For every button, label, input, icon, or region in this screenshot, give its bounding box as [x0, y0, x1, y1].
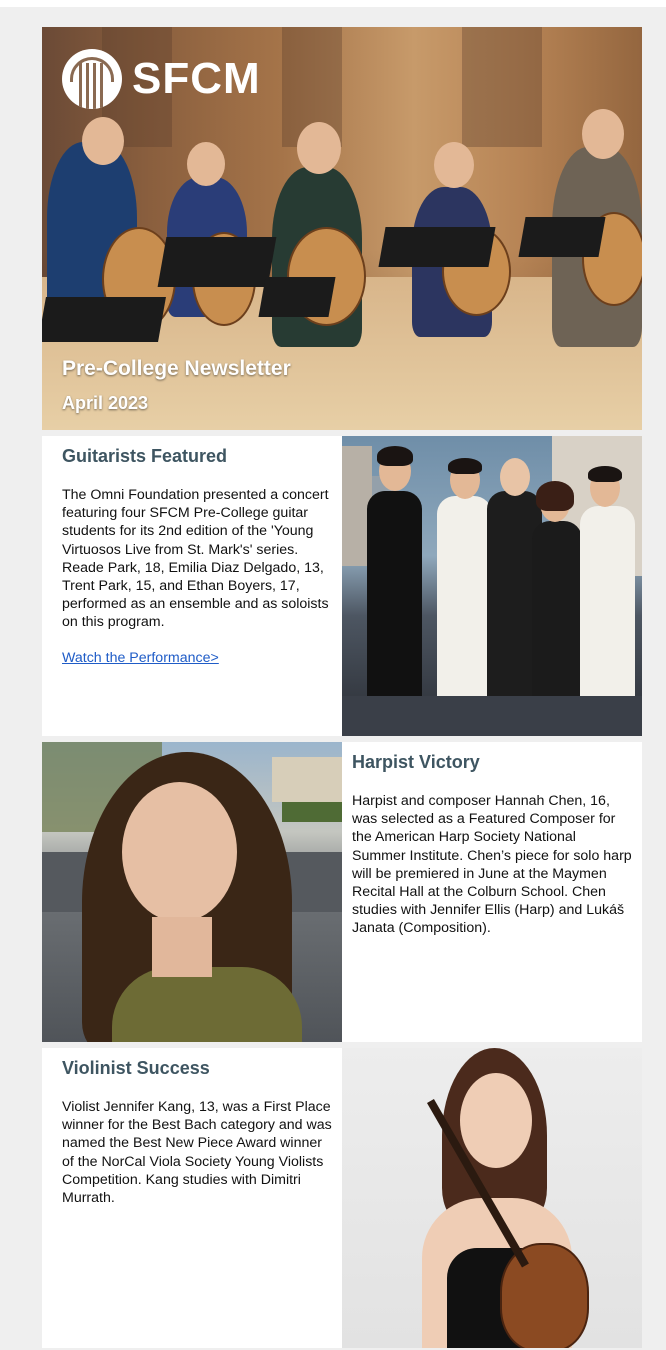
section-guitarists: Guitarists Featured The Omni Foundation …: [42, 436, 642, 736]
section-heading: Guitarists Featured: [62, 446, 228, 466]
violinist-photo: [342, 1048, 642, 1348]
section-text: Guitarists Featured The Omni Foundation …: [42, 436, 342, 736]
section-text: Violinist Success Violist Jennifer Kang,…: [42, 1048, 342, 1348]
section-text: Harpist Victory Harpist and composer Han…: [342, 742, 642, 1042]
newsletter-date: April 2023: [62, 393, 149, 413]
section-heading: Harpist Victory: [352, 752, 480, 772]
logo-text: SFCM: [132, 54, 261, 103]
section-body: The Omni Foundation presented a concert …: [62, 487, 329, 631]
newsletter-title: Pre-College Newsletter: [62, 357, 291, 380]
section-violinist: Violinist Success Violist Jennifer Kang,…: [42, 1048, 642, 1348]
harpist-photo: [42, 742, 342, 1042]
section-harpist: Harpist Victory Harpist and composer Han…: [42, 742, 642, 1042]
section-body: Harpist and composer Hannah Chen, 16, wa…: [352, 793, 632, 937]
sfcm-logo[interactable]: SFCM: [62, 49, 261, 109]
watch-performance-link[interactable]: Watch the Performance>: [62, 650, 332, 666]
section-body: Violist Jennifer Kang, 13, was a First P…: [62, 1099, 332, 1207]
top-bar: [0, 0, 666, 7]
hero-banner: SFCM Pre-College Newsletter April 2023: [42, 27, 642, 430]
newsletter: SFCM Pre-College Newsletter April 2023 G…: [42, 27, 642, 1348]
sfcm-logo-icon: [62, 49, 122, 109]
section-heading: Violinist Success: [62, 1058, 210, 1078]
guitarists-photo: [342, 436, 642, 736]
